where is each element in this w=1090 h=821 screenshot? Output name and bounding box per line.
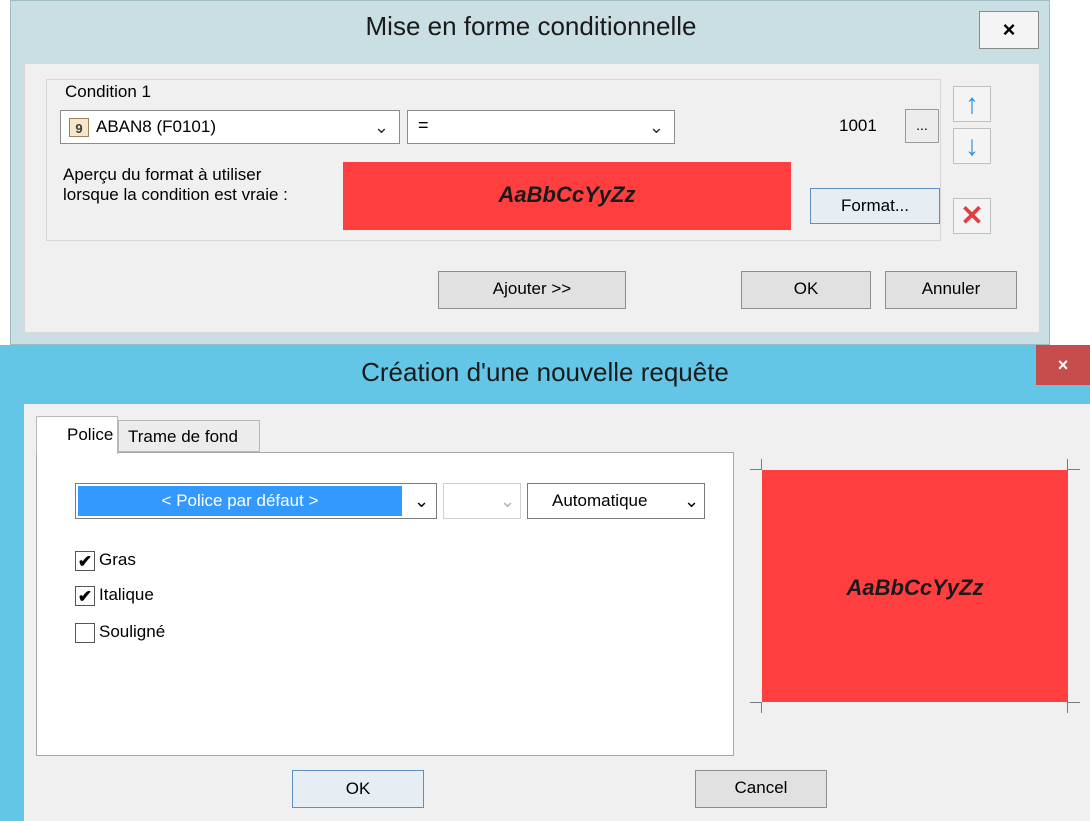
- conditional-format-dialog: Mise en forme conditionnelle × Condition…: [10, 0, 1050, 345]
- condition-label: Condition 1: [65, 82, 152, 101]
- operator-value: =: [418, 115, 429, 135]
- close-button[interactable]: ×: [1036, 345, 1090, 385]
- preview-corner-mark: [1068, 469, 1080, 470]
- field-value: ABAN8 (F0101): [96, 117, 216, 136]
- move-up-button[interactable]: ↑: [953, 86, 991, 122]
- font-color-dropdown[interactable]: Automatique ⌄: [527, 483, 705, 519]
- calendar-field-icon: 9: [69, 118, 89, 137]
- font-tab-panel: < Police par défaut > ⌄ ⌄ Automatique ⌄ …: [36, 452, 734, 756]
- font-family-value: < Police par défaut >: [78, 486, 402, 516]
- cancel-button[interactable]: Annuler: [885, 271, 1017, 309]
- chevron-down-icon: ⌄: [414, 491, 430, 511]
- chevron-down-icon: ⌄: [500, 491, 516, 511]
- bold-checkbox[interactable]: ✔: [75, 551, 95, 571]
- tab-police[interactable]: Police: [36, 416, 118, 454]
- field-dropdown[interactable]: 9 ABAN8 (F0101) ⌄: [60, 110, 400, 144]
- bold-label: Gras: [99, 550, 136, 569]
- move-down-button[interactable]: ↓: [953, 128, 991, 164]
- font-family-dropdown[interactable]: < Police par défaut > ⌄: [75, 483, 437, 519]
- format-preview: AaBbCcYyZz: [343, 162, 791, 230]
- condition-value: 1001: [839, 116, 877, 135]
- preview-corner-mark: [761, 702, 762, 713]
- preview-corner-mark: [1067, 702, 1068, 713]
- cancel-button[interactable]: Cancel: [695, 770, 827, 808]
- close-button[interactable]: ×: [979, 11, 1039, 49]
- dialog-title: Création d'une nouvelle requête: [361, 357, 729, 387]
- preview-corner-mark: [761, 459, 762, 470]
- delete-icon: ✕: [960, 200, 984, 231]
- preview-label-line1: Aperçu du format à utiliser: [63, 165, 262, 184]
- add-button[interactable]: Ajouter >>: [438, 271, 626, 309]
- preview-label: Aperçu du format à utiliser lorsque la c…: [63, 165, 343, 205]
- dialog-body: Condition 1 9 ABAN8 (F0101) ⌄ = ⌄ 1001 .…: [24, 63, 1040, 333]
- font-size-dropdown[interactable]: ⌄: [443, 483, 521, 519]
- operator-dropdown[interactable]: = ⌄: [407, 110, 675, 144]
- font-color-value: Automatique: [552, 491, 648, 510]
- ok-button[interactable]: OK: [741, 271, 871, 309]
- underline-checkbox[interactable]: [75, 623, 95, 643]
- preview-corner-mark: [1068, 702, 1080, 703]
- italic-checkbox[interactable]: ✔: [75, 586, 95, 606]
- arrow-up-icon: ↑: [965, 88, 979, 119]
- format-button[interactable]: Format...: [810, 188, 940, 224]
- condition-group: Condition 1 9 ABAN8 (F0101) ⌄ = ⌄ 1001 .…: [46, 79, 941, 241]
- underline-label: Souligné: [99, 622, 166, 641]
- preview-corner-mark: [1067, 459, 1068, 470]
- arrow-down-icon: ↓: [965, 130, 979, 161]
- delete-condition-button[interactable]: ✕: [953, 198, 991, 234]
- dialog-title: Mise en forme conditionnelle: [365, 11, 697, 41]
- font-preview: AaBbCcYyZz: [762, 470, 1068, 702]
- preview-label-line2: lorsque la condition est vraie :: [63, 185, 288, 204]
- chevron-down-icon: ⌄: [684, 491, 700, 511]
- italic-label: Italique: [99, 585, 154, 604]
- chevron-down-icon: ⌄: [373, 117, 389, 137]
- tab-trame-de-fond[interactable]: Trame de fond: [118, 420, 260, 452]
- ok-button[interactable]: OK: [292, 770, 424, 808]
- preview-sample-text: AaBbCcYyZz: [498, 182, 636, 207]
- chevron-down-icon: ⌄: [648, 117, 664, 137]
- preview-sample-text: AaBbCcYyZz: [846, 575, 984, 600]
- browse-value-button[interactable]: ...: [905, 109, 939, 143]
